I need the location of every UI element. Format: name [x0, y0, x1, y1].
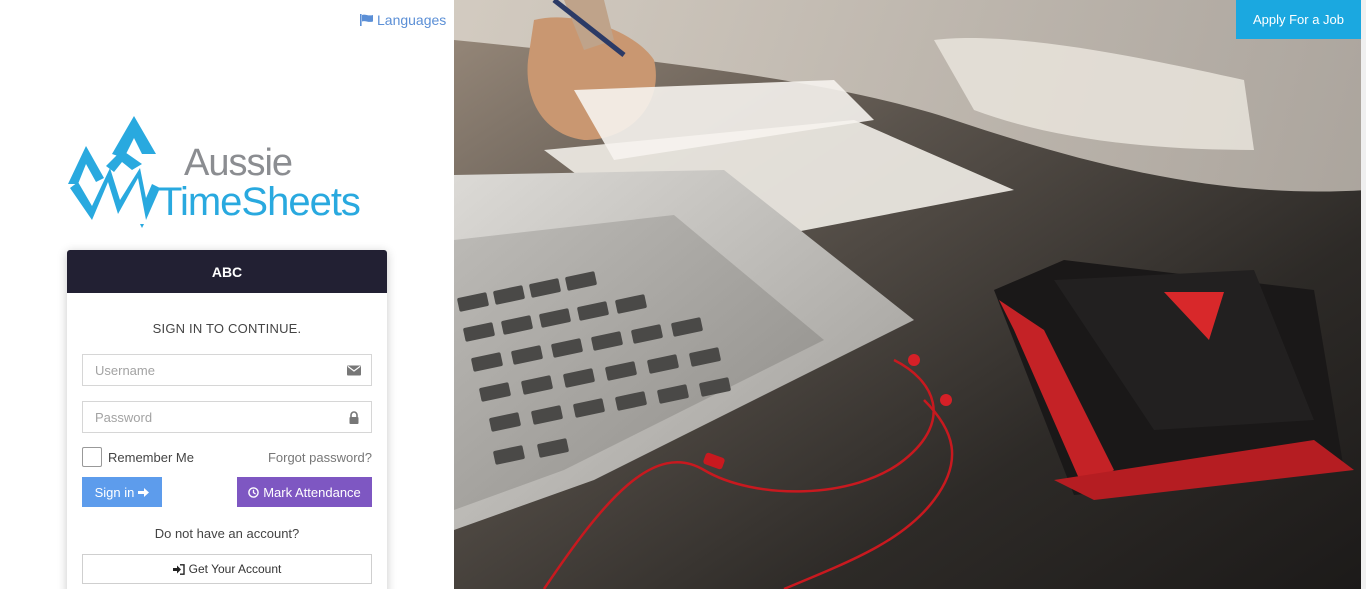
login-card: ABC SIGN IN TO CONTINUE. Username Rememb…: [67, 250, 387, 589]
card-header: ABC: [67, 250, 387, 293]
logo-text-timesheets: TimeSheets: [158, 180, 361, 224]
logo-text-aussie: Aussie: [184, 142, 293, 184]
sign-in-icon: [172, 563, 185, 575]
remember-me[interactable]: Remember Me: [82, 447, 194, 467]
get-account-label: Get Your Account: [188, 562, 282, 576]
logo-mark-icon: [68, 116, 160, 228]
forgot-password-link[interactable]: Forgot password?: [268, 450, 372, 465]
hero-image: [454, 0, 1366, 589]
scrollbar[interactable]: [1361, 0, 1366, 589]
desk-laptop-illustration: [454, 0, 1366, 589]
no-account-text: Do not have an account?: [154, 526, 300, 541]
remember-row: Remember Me Forgot password?: [82, 447, 372, 467]
action-buttons: Sign in Mark Attendance: [82, 477, 372, 507]
get-account-button[interactable]: Get Your Account: [82, 554, 372, 584]
sign-in-button[interactable]: Sign in: [82, 477, 162, 507]
mark-attendance-label: Mark Attendance: [263, 484, 361, 500]
sign-in-label: Sign in: [94, 484, 135, 500]
flag-icon: [360, 14, 373, 26]
username-field-wrap: [82, 354, 372, 386]
clock-icon: [248, 486, 260, 498]
password-field-wrap: [82, 401, 372, 433]
languages-label: Languages: [377, 12, 447, 28]
company-name: ABC: [211, 263, 243, 280]
lock-icon: [349, 411, 359, 424]
envelope-icon: [347, 365, 361, 376]
arrow-right-icon: [138, 487, 150, 497]
mark-attendance-button[interactable]: Mark Attendance: [237, 477, 372, 507]
remember-label: Remember Me: [108, 449, 194, 465]
apply-for-job-button[interactable]: Apply For a Job: [1236, 0, 1361, 39]
username-input[interactable]: [83, 355, 371, 385]
languages-link[interactable]: Languages: [360, 12, 446, 28]
remember-checkbox[interactable]: [82, 447, 102, 467]
sign-in-subtitle: SIGN IN TO CONTINUE.: [152, 321, 302, 336]
login-panel: Languages Aussie TimeSheets ABC SIGN IN …: [0, 0, 454, 589]
logo: Aussie TimeSheets: [66, 116, 390, 232]
password-input[interactable]: [83, 402, 371, 432]
card-body: SIGN IN TO CONTINUE. Remember Me: [67, 321, 387, 584]
